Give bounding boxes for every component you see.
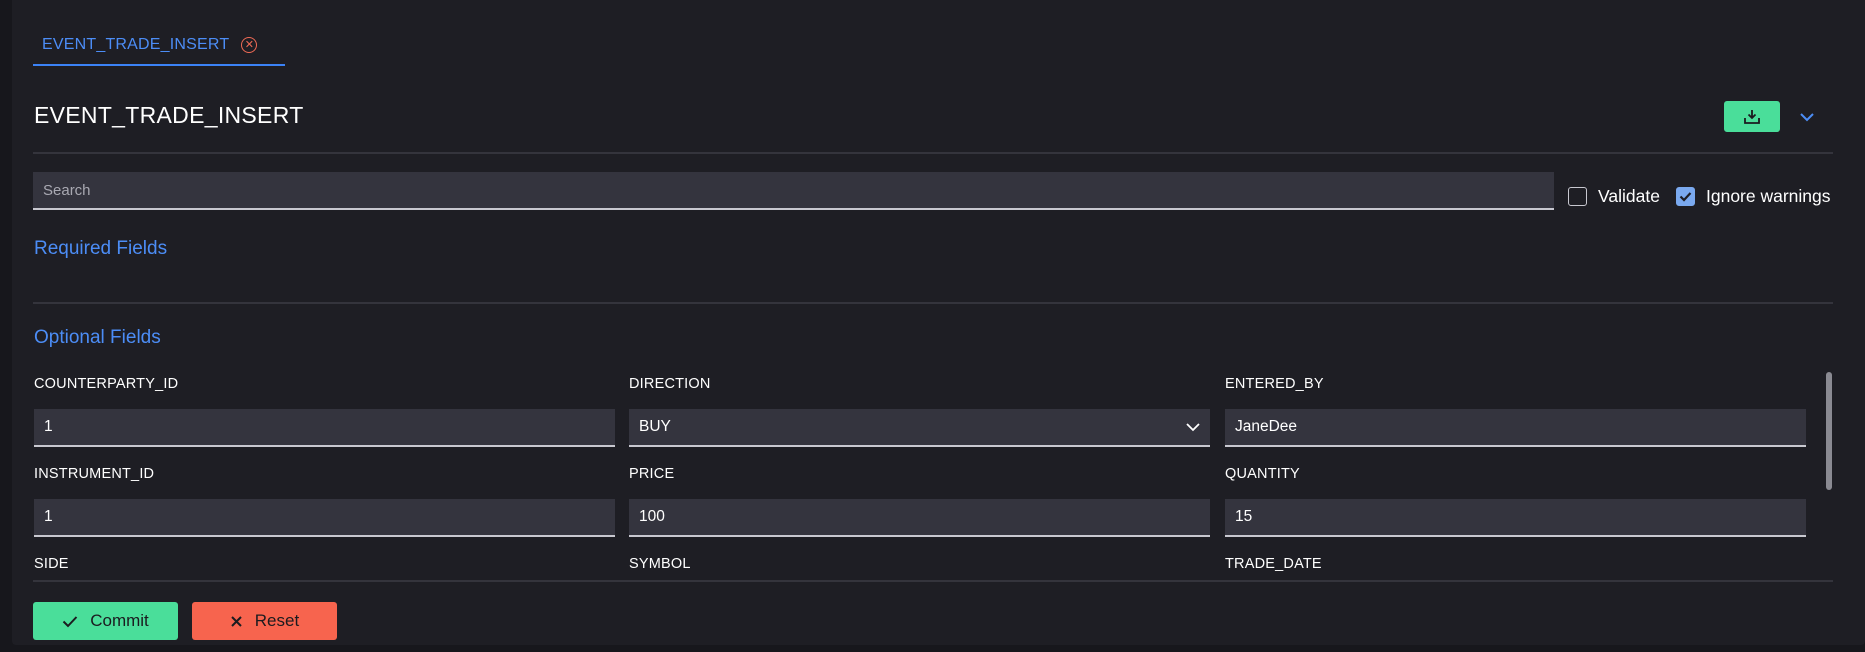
quantity-field[interactable]: 15 — [1225, 499, 1806, 537]
check-icon — [63, 615, 78, 627]
download-icon — [1744, 109, 1760, 124]
validate-checkbox[interactable] — [1568, 187, 1587, 206]
field-label-quantity: QUANTITY — [1225, 466, 1300, 482]
field-label-entered-by: ENTERED_BY — [1225, 376, 1324, 392]
entered-by-value: JaneDee — [1235, 418, 1298, 435]
field-label-instrument-id: INSTRUMENT_ID — [34, 466, 155, 482]
field-label-side: SIDE — [34, 556, 69, 572]
ignore-warnings-label: Ignore warnings — [1706, 186, 1831, 206]
validate-option[interactable]: Validate — [1568, 186, 1660, 207]
direction-value: BUY — [639, 418, 671, 435]
tab-event-trade-insert[interactable]: EVENT_TRADE_INSERT ✕ — [33, 26, 285, 66]
validate-label: Validate — [1598, 186, 1660, 206]
ignore-warnings-option[interactable]: Ignore warnings — [1676, 186, 1831, 207]
field-label-trade-date: TRADE_DATE — [1225, 556, 1322, 572]
tab-label: EVENT_TRADE_INSERT — [42, 36, 230, 53]
divider — [33, 152, 1833, 154]
check-icon — [1679, 192, 1692, 202]
page-title: EVENT_TRADE_INSERT — [34, 102, 304, 128]
entered-by-field[interactable]: JaneDee — [1225, 409, 1806, 447]
field-label-direction: DIRECTION — [629, 376, 711, 392]
chevron-down-icon — [1800, 113, 1814, 122]
chevron-down-icon — [1186, 423, 1200, 432]
reset-button[interactable]: Reset — [192, 602, 337, 640]
price-value: 100 — [639, 508, 665, 525]
commit-button[interactable]: Commit — [33, 602, 178, 640]
divider — [33, 302, 1833, 304]
form-panel — [12, 0, 1865, 645]
reset-label: Reset — [254, 611, 300, 630]
direction-select[interactable]: BUY — [629, 409, 1210, 447]
quantity-value: 15 — [1235, 508, 1253, 525]
required-fields-heading: Required Fields — [34, 238, 168, 259]
price-field[interactable]: 100 — [629, 499, 1210, 537]
field-label-counterparty-id: COUNTERPARTY_ID — [34, 376, 179, 392]
export-button[interactable] — [1724, 101, 1780, 132]
instrument-id-field[interactable]: 1 — [34, 499, 615, 537]
search-input[interactable] — [33, 172, 1554, 210]
scrollbar[interactable] — [1826, 372, 1832, 490]
ignore-warnings-checkbox[interactable] — [1676, 187, 1695, 206]
divider — [33, 580, 1833, 582]
field-label-symbol: SYMBOL — [629, 556, 691, 572]
instrument-id-value: 1 — [44, 508, 53, 525]
close-icon — [231, 615, 242, 627]
collapse-button[interactable] — [1796, 106, 1818, 128]
counterparty-id-value: 1 — [44, 418, 53, 435]
counterparty-id-field[interactable]: 1 — [34, 409, 615, 447]
commit-label: Commit — [90, 611, 149, 630]
optional-fields-heading: Optional Fields — [34, 327, 161, 348]
field-label-price: PRICE — [629, 466, 675, 482]
close-circle-icon[interactable]: ✕ — [241, 37, 258, 53]
